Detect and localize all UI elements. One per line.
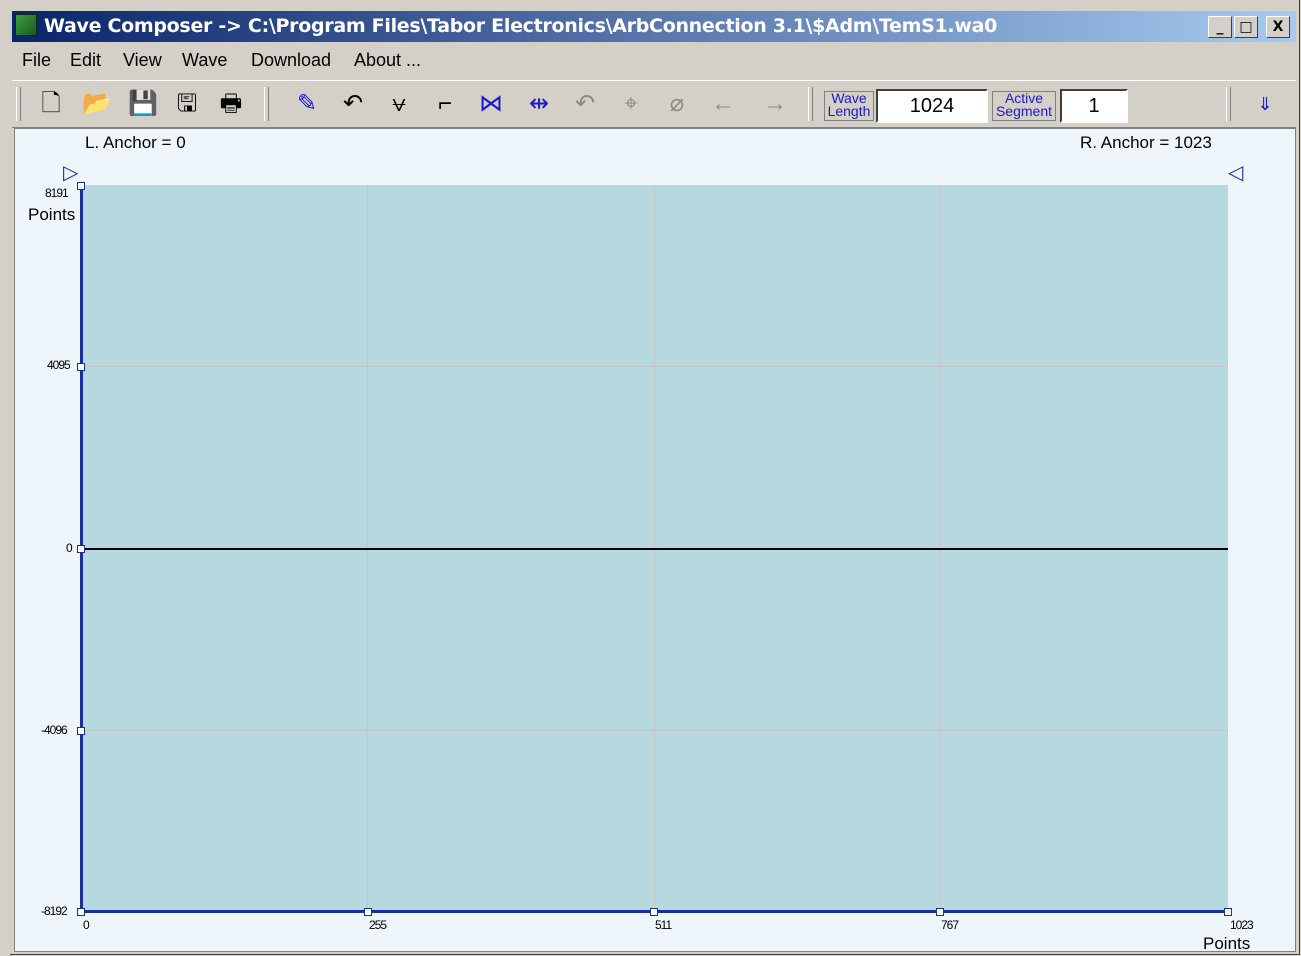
close-button[interactable]: X [1266, 16, 1290, 38]
equation-icon[interactable]: ⩝ [382, 87, 416, 121]
anchor-icon[interactable]: ⋈ [474, 87, 508, 121]
right-anchor-marker-icon[interactable]: ◁ [1228, 160, 1243, 185]
step-icon[interactable]: ⌐ [428, 87, 462, 121]
y-tick-label: 0 [66, 541, 73, 555]
y-axis-handle[interactable] [77, 545, 85, 553]
curve-draw-icon[interactable]: ↶ [336, 87, 370, 121]
zoom-out-icon[interactable]: ⌀ [660, 87, 694, 121]
marker-icon[interactable]: ⇹ [522, 87, 556, 121]
open-icon[interactable]: 📂 [80, 87, 114, 121]
active-segment-label: Active Segment [992, 91, 1056, 121]
save-icon[interactable]: 💾 [126, 87, 160, 121]
x-tick-label: 511 [655, 918, 672, 932]
x-axis-handle[interactable] [650, 908, 658, 916]
x-tick-label: 0 [83, 918, 90, 932]
horizontal-gridline [81, 730, 1228, 731]
y-axis-handle[interactable] [77, 908, 85, 916]
y-axis-handle[interactable] [77, 363, 85, 371]
window-title: Wave Composer -> C:\Program Files\Tabor … [44, 15, 998, 37]
waveform-line[interactable] [81, 548, 1228, 550]
x-tick-label: 767 [941, 918, 959, 932]
freehand-draw-icon[interactable]: ✎ [290, 87, 324, 121]
scroll-right-icon[interactable]: → [758, 87, 792, 121]
menu-download[interactable]: Download [251, 50, 331, 71]
wave-length-field[interactable]: 1024 [876, 89, 988, 123]
menu-edit[interactable]: Edit [70, 50, 101, 71]
toolbar-separator [1226, 87, 1231, 121]
download-icon[interactable]: ⇓ [1248, 87, 1282, 121]
menu-view[interactable]: View [123, 50, 162, 71]
x-axis-handle[interactable] [364, 908, 372, 916]
y-axis-handle[interactable] [77, 727, 85, 735]
menu-wave[interactable]: Wave [182, 50, 227, 71]
toolbar: 🗋 📂 💾 🖫 🖶 ✎ ↶ ⩝ ⌐ ⋈ ⇹ ↶ ⌖ ⌀ ← → Wave Len… [12, 80, 1296, 128]
x-axis-handle[interactable] [936, 908, 944, 916]
new-icon[interactable]: 🗋 [34, 87, 68, 121]
menu-file[interactable]: File [22, 50, 51, 71]
x-tick-label: 255 [369, 918, 387, 932]
save-as-icon[interactable]: 🖫 [170, 87, 204, 121]
maximize-button[interactable]: □ [1234, 16, 1258, 38]
minimize-button[interactable]: _ [1208, 16, 1232, 38]
wave-length-label: Wave Length [824, 91, 874, 121]
y-unit-label: Points [28, 205, 76, 224]
horizontal-gridline [81, 366, 1228, 367]
left-anchor-label: L. Anchor = 0 [85, 133, 186, 152]
y-tick-label: -8192 [41, 904, 68, 918]
window: Wave Composer -> C:\Program Files\Tabor … [0, 0, 1301, 956]
menu-bar: File Edit View Wave Download About ... [12, 46, 1296, 76]
undo-icon[interactable]: ↶ [568, 87, 602, 121]
y-tick-label: 8191 [45, 186, 69, 200]
y-tick-label: 4095 [47, 358, 71, 372]
scroll-left-icon[interactable]: ← [706, 87, 740, 121]
y-tick-label: -4096 [41, 723, 68, 737]
title-bar[interactable]: Wave Composer -> C:\Program Files\Tabor … [12, 11, 1296, 42]
toolbar-grip[interactable] [16, 87, 21, 121]
x-tick-label: 1023 [1230, 918, 1254, 932]
print-icon[interactable]: 🖶 [214, 87, 248, 121]
toolbar-separator [808, 87, 813, 121]
active-segment-field[interactable]: 1 [1060, 89, 1128, 123]
y-axis-handle[interactable] [77, 182, 85, 190]
menu-about[interactable]: About ... [354, 50, 421, 71]
zoom-in-icon[interactable]: ⌖ [614, 87, 648, 121]
x-axis-handle[interactable] [1224, 908, 1232, 916]
app-icon [15, 14, 37, 36]
right-anchor-label: R. Anchor = 1023 [1080, 133, 1212, 152]
x-unit-label: Points [1203, 934, 1251, 953]
toolbar-separator [264, 87, 269, 121]
